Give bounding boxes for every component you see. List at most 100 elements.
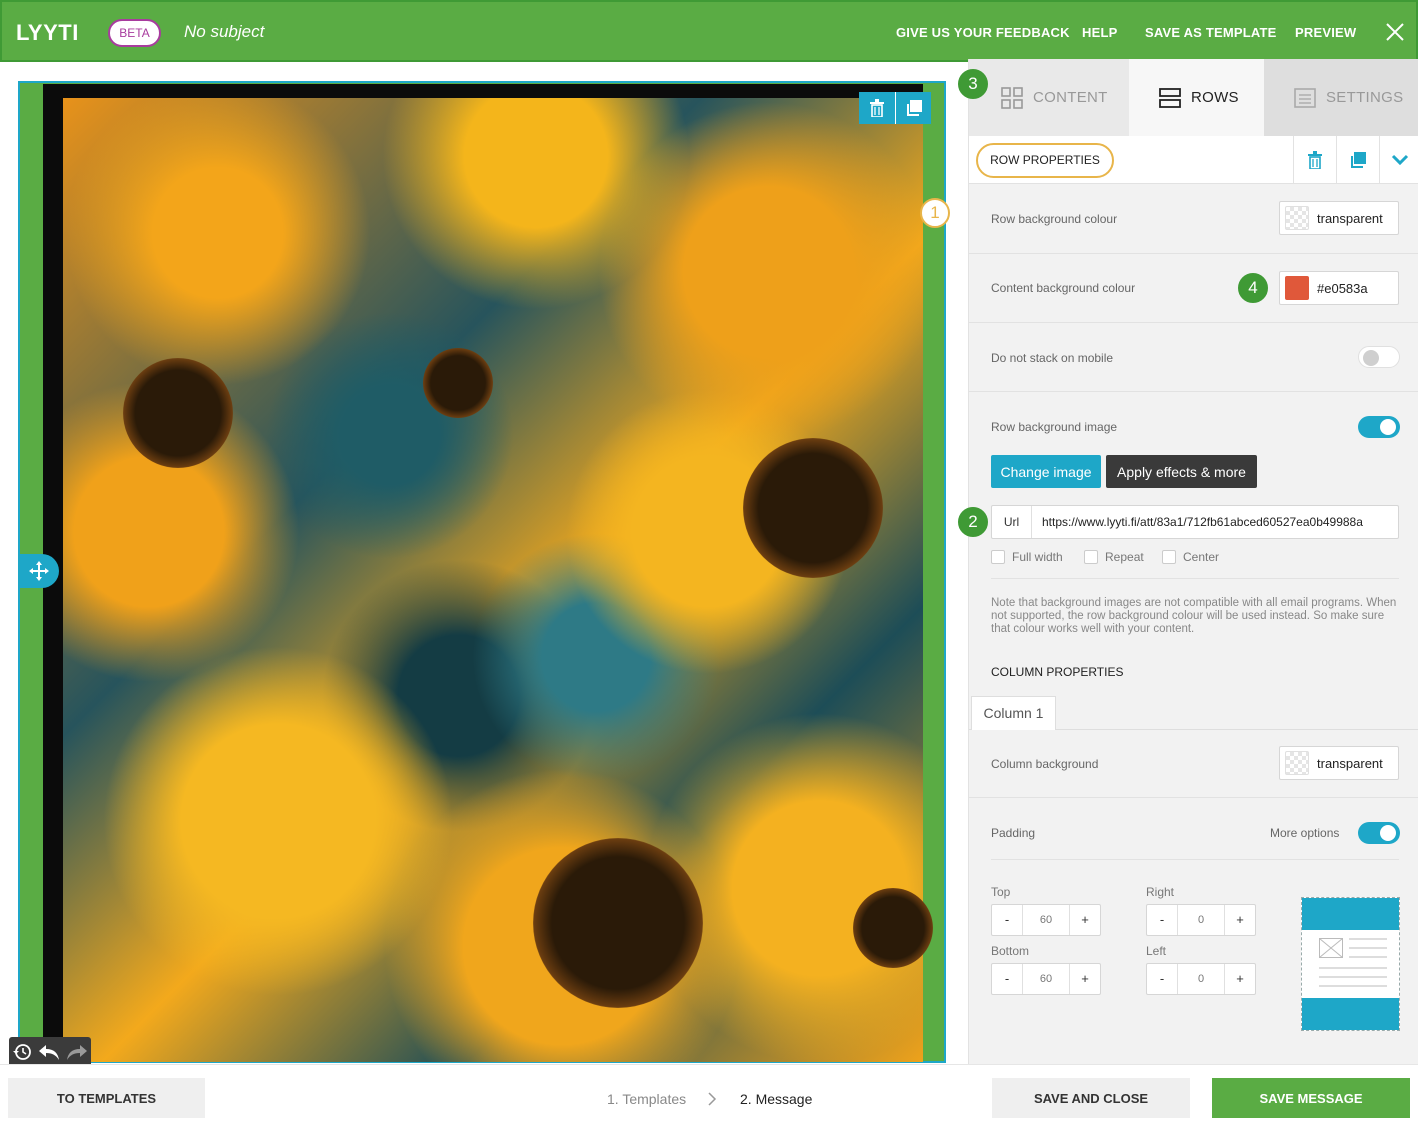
history-controls [9, 1037, 91, 1067]
row-bg-colour-picker[interactable]: transparent [1279, 201, 1399, 235]
column-bg-colour-picker[interactable]: transparent [1279, 746, 1399, 780]
save-as-template-link[interactable]: SAVE AS TEMPLATE [1145, 25, 1277, 40]
duplicate-row-button[interactable] [895, 92, 931, 124]
row-background-image [43, 84, 933, 1062]
sunflower-center [853, 888, 933, 968]
decrement-button[interactable]: - [992, 964, 1022, 994]
full-width-checkbox[interactable]: Full width [991, 550, 1063, 564]
padding-right-value[interactable]: 0 [1177, 905, 1225, 935]
email-row-canvas[interactable] [18, 81, 946, 1063]
padding-top-value[interactable]: 60 [1022, 905, 1070, 935]
padding-top-stepper: - 60 + [991, 904, 1101, 936]
bg-image-note: Note that background images are not comp… [991, 597, 1397, 635]
settings-icon [1294, 87, 1316, 108]
panel-duplicate-button[interactable] [1336, 136, 1379, 184]
tab-content-label: CONTENT [1033, 89, 1108, 106]
row-toolbar [859, 92, 931, 124]
divider [969, 322, 1418, 323]
chevron-right-icon [708, 1092, 717, 1106]
increment-button[interactable]: + [1225, 964, 1255, 994]
bottom-bar: TO TEMPLATES 1. Templates 2. Message SAV… [0, 1064, 1418, 1127]
annotation-marker-4: 4 [1238, 273, 1268, 303]
image-url-field[interactable]: Url https://www.lyyti.fi/att/83a1/712fb6… [991, 505, 1399, 539]
padding-right-stepper: - 0 + [1146, 904, 1256, 936]
rows-icon [1159, 87, 1181, 108]
redo-icon[interactable] [66, 1043, 88, 1061]
image-url-value[interactable]: https://www.lyyti.fi/att/83a1/712fb61abc… [1032, 515, 1398, 529]
message-subject[interactable]: No subject [184, 22, 264, 42]
help-link[interactable]: HELP [1082, 25, 1117, 40]
tab-rows-label: ROWS [1191, 89, 1239, 106]
collapse-panel-button[interactable] [1379, 136, 1418, 184]
apply-effects-button[interactable]: Apply effects & more [1106, 455, 1257, 488]
panel-tabs: CONTENT ROWS SETTINGS [969, 59, 1418, 136]
tab-column-1[interactable]: Column 1 [971, 696, 1056, 730]
undo-icon[interactable] [38, 1043, 60, 1061]
decrement-button[interactable]: - [992, 905, 1022, 935]
save-message-button[interactable]: SAVE MESSAGE [1212, 1078, 1410, 1118]
padding-bottom-value[interactable]: 60 [1022, 964, 1070, 994]
more-options-label: More options [1270, 826, 1340, 840]
checkbox-box [1084, 550, 1098, 564]
preview-link[interactable]: PREVIEW [1295, 25, 1356, 40]
sunflower-center [423, 348, 493, 418]
checkbox-box [991, 550, 1005, 564]
lyyti-logo: LYYTI [16, 20, 79, 45]
padding-left-stepper: - 0 + [1146, 963, 1256, 995]
to-templates-button[interactable]: TO TEMPLATES [8, 1078, 205, 1118]
toggle-knob [1380, 419, 1396, 435]
increment-button[interactable]: + [1225, 905, 1255, 935]
close-icon[interactable] [1385, 22, 1405, 42]
row-properties-bar: ROW PROPERTIES [969, 136, 1418, 184]
transparent-swatch [1285, 206, 1309, 230]
content-bg-colour-value: #e0583a [1317, 280, 1368, 296]
tab-settings-label: SETTINGS [1326, 89, 1404, 106]
history-icon[interactable] [12, 1042, 32, 1062]
no-stack-toggle[interactable] [1358, 346, 1400, 368]
tab-settings[interactable]: SETTINGS [1264, 59, 1418, 136]
panel-delete-button[interactable] [1293, 136, 1336, 184]
annotation-marker-3: 3 [958, 69, 988, 99]
increment-button[interactable]: + [1070, 905, 1100, 935]
move-row-handle[interactable] [19, 554, 59, 588]
padding-preview [1301, 897, 1400, 1031]
no-stack-label: Do not stack on mobile [991, 351, 1114, 365]
url-label: Url [992, 506, 1032, 538]
breadcrumb-message: 2. Message [740, 1091, 813, 1107]
center-label: Center [1183, 550, 1220, 564]
divider [991, 859, 1399, 860]
tab-rows[interactable]: ROWS [1129, 59, 1264, 136]
divider [991, 578, 1399, 579]
toggle-knob [1380, 825, 1396, 841]
trash-icon [1308, 151, 1322, 169]
top-bar: LYYTI BETA No subject GIVE US YOUR FEEDB… [0, 0, 1418, 62]
repeat-label: Repeat [1105, 550, 1144, 564]
more-options-toggle[interactable] [1358, 822, 1400, 844]
delete-row-button[interactable] [859, 92, 895, 124]
decrement-button[interactable]: - [1147, 905, 1177, 935]
sunflower-center [533, 838, 703, 1008]
move-icon [29, 561, 49, 581]
properties-panel: CONTENT ROWS SETTINGS ROW PROPERTIES Row… [968, 59, 1418, 1064]
padding-bottom-stepper: - 60 + [991, 963, 1101, 995]
padding-label: Padding [991, 826, 1036, 840]
column-bg-value: transparent [1317, 755, 1383, 771]
center-checkbox[interactable]: Center [1162, 550, 1219, 564]
row-bg-image-toggle[interactable] [1358, 416, 1400, 438]
padding-bottom-band [1302, 998, 1399, 1030]
toggle-knob [1363, 350, 1379, 366]
change-image-button[interactable]: Change image [991, 455, 1101, 488]
padding-left-label: Left [1146, 944, 1167, 958]
breadcrumb-templates[interactable]: 1. Templates [607, 1091, 686, 1107]
padding-left-value[interactable]: 0 [1177, 964, 1225, 994]
tab-content[interactable]: CONTENT [969, 59, 1129, 136]
increment-button[interactable]: + [1070, 964, 1100, 994]
decrement-button[interactable]: - [1147, 964, 1177, 994]
repeat-checkbox[interactable]: Repeat [1084, 550, 1144, 564]
padding-bottom-label: Bottom [991, 944, 1030, 958]
content-bg-colour-picker[interactable]: #e0583a [1279, 271, 1399, 305]
trash-icon [870, 99, 884, 117]
save-and-close-button[interactable]: SAVE AND CLOSE [992, 1078, 1190, 1118]
content-bg-colour-label: Content background colour [991, 281, 1136, 295]
feedback-link[interactable]: GIVE US YOUR FEEDBACK [896, 25, 1070, 40]
